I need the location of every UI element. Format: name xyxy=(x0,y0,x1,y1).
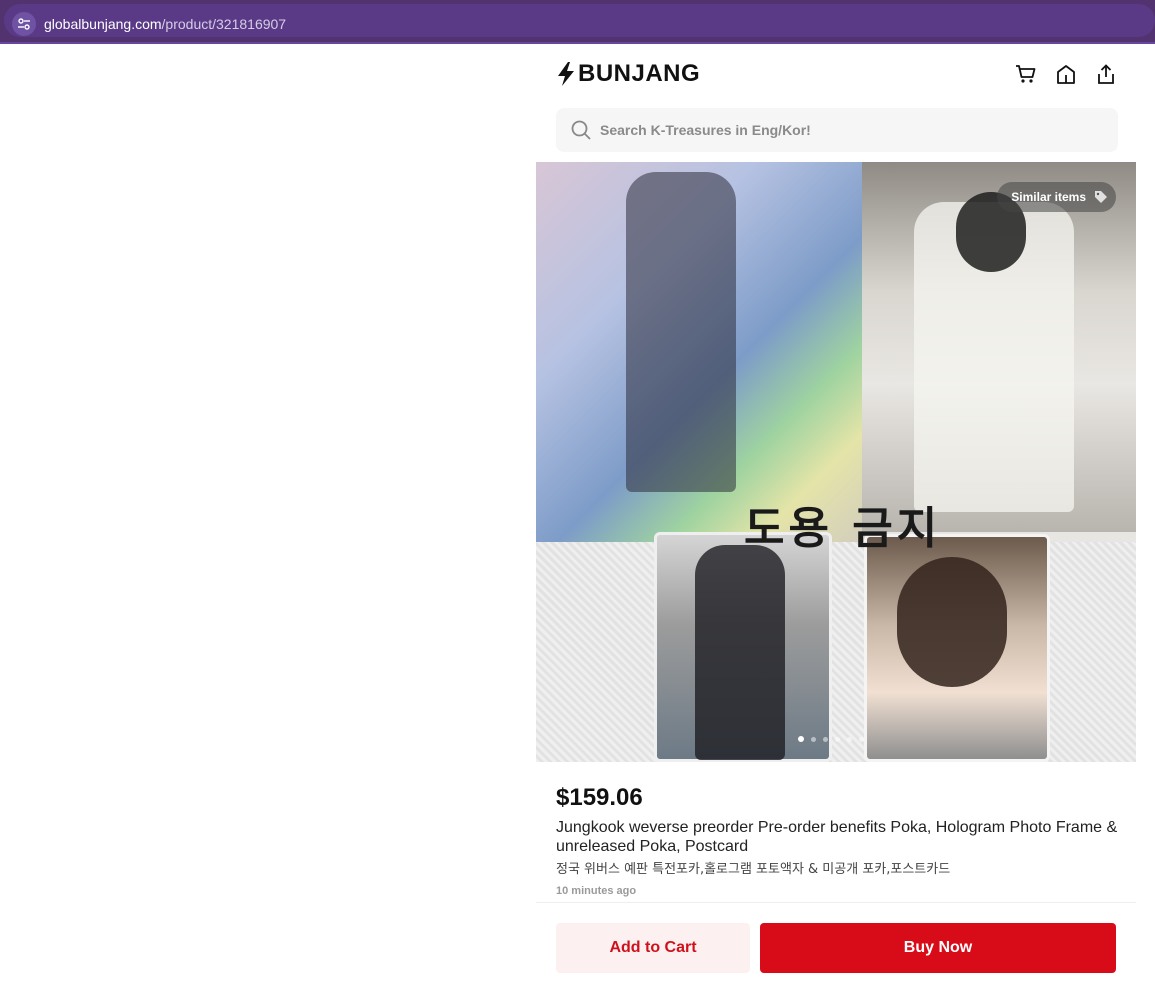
posted-time: 10 minutes ago xyxy=(556,885,637,897)
carousel-dot[interactable] xyxy=(835,736,840,742)
card-face xyxy=(897,557,1007,687)
bunjang-logo[interactable]: BUNJANG xyxy=(556,60,700,88)
carousel-dot[interactable] xyxy=(811,736,816,742)
similar-items-label: Similar items xyxy=(1011,190,1086,204)
carousel-dot[interactable] xyxy=(859,736,864,742)
person-figure xyxy=(626,172,736,492)
watermark-text: 도용 금지 xyxy=(744,503,942,554)
product-title-korean: 정국 위버스 예판 특전포카,홀로그램 포토액자 & 미공개 포카,포스트카드 xyxy=(556,862,951,877)
url-text: globalbunjang.com/product/321816907 xyxy=(44,16,286,32)
carousel-dot[interactable] xyxy=(823,736,828,742)
product-image-carousel[interactable]: 도용 금지 Similar items xyxy=(536,162,1136,762)
logo-text: BUNJANG xyxy=(578,60,701,87)
share-icon[interactable] xyxy=(1094,62,1118,86)
product-page: BUNJANG Search K-Treasures in Eng/Kor! 도… xyxy=(536,44,1136,981)
photocard-right xyxy=(864,534,1050,762)
carousel-dot[interactable] xyxy=(798,736,804,742)
tag-icon xyxy=(1095,191,1107,203)
divider xyxy=(536,902,1136,903)
search-icon xyxy=(571,120,591,140)
carousel-indicator xyxy=(798,736,864,742)
similar-items-button[interactable]: Similar items xyxy=(997,182,1116,212)
site-settings-icon[interactable] xyxy=(12,12,36,36)
add-to-cart-button[interactable]: Add to Cart xyxy=(556,923,750,973)
url-path: /product/321816907 xyxy=(161,16,287,32)
cart-icon[interactable] xyxy=(1014,62,1038,86)
search-input[interactable] xyxy=(600,108,1100,152)
carousel-dot[interactable] xyxy=(847,736,852,742)
product-price: $159.06 xyxy=(556,784,643,811)
photocard-left xyxy=(654,532,832,762)
buy-now-button[interactable]: Buy Now xyxy=(760,923,1116,973)
home-icon[interactable] xyxy=(1054,62,1078,86)
search-bar xyxy=(556,108,1118,152)
browser-address-bar: globalbunjang.com/product/321816907 xyxy=(0,0,1155,44)
card-figure xyxy=(695,545,785,760)
url-domain: globalbunjang.com xyxy=(44,16,162,32)
product-title: Jungkook weverse preorder Pre-order bene… xyxy=(556,819,1118,855)
url-field[interactable]: globalbunjang.com/product/321816907 xyxy=(4,4,1155,37)
top-header: BUNJANG xyxy=(536,44,1136,104)
lightning-bolt-icon xyxy=(558,62,574,86)
